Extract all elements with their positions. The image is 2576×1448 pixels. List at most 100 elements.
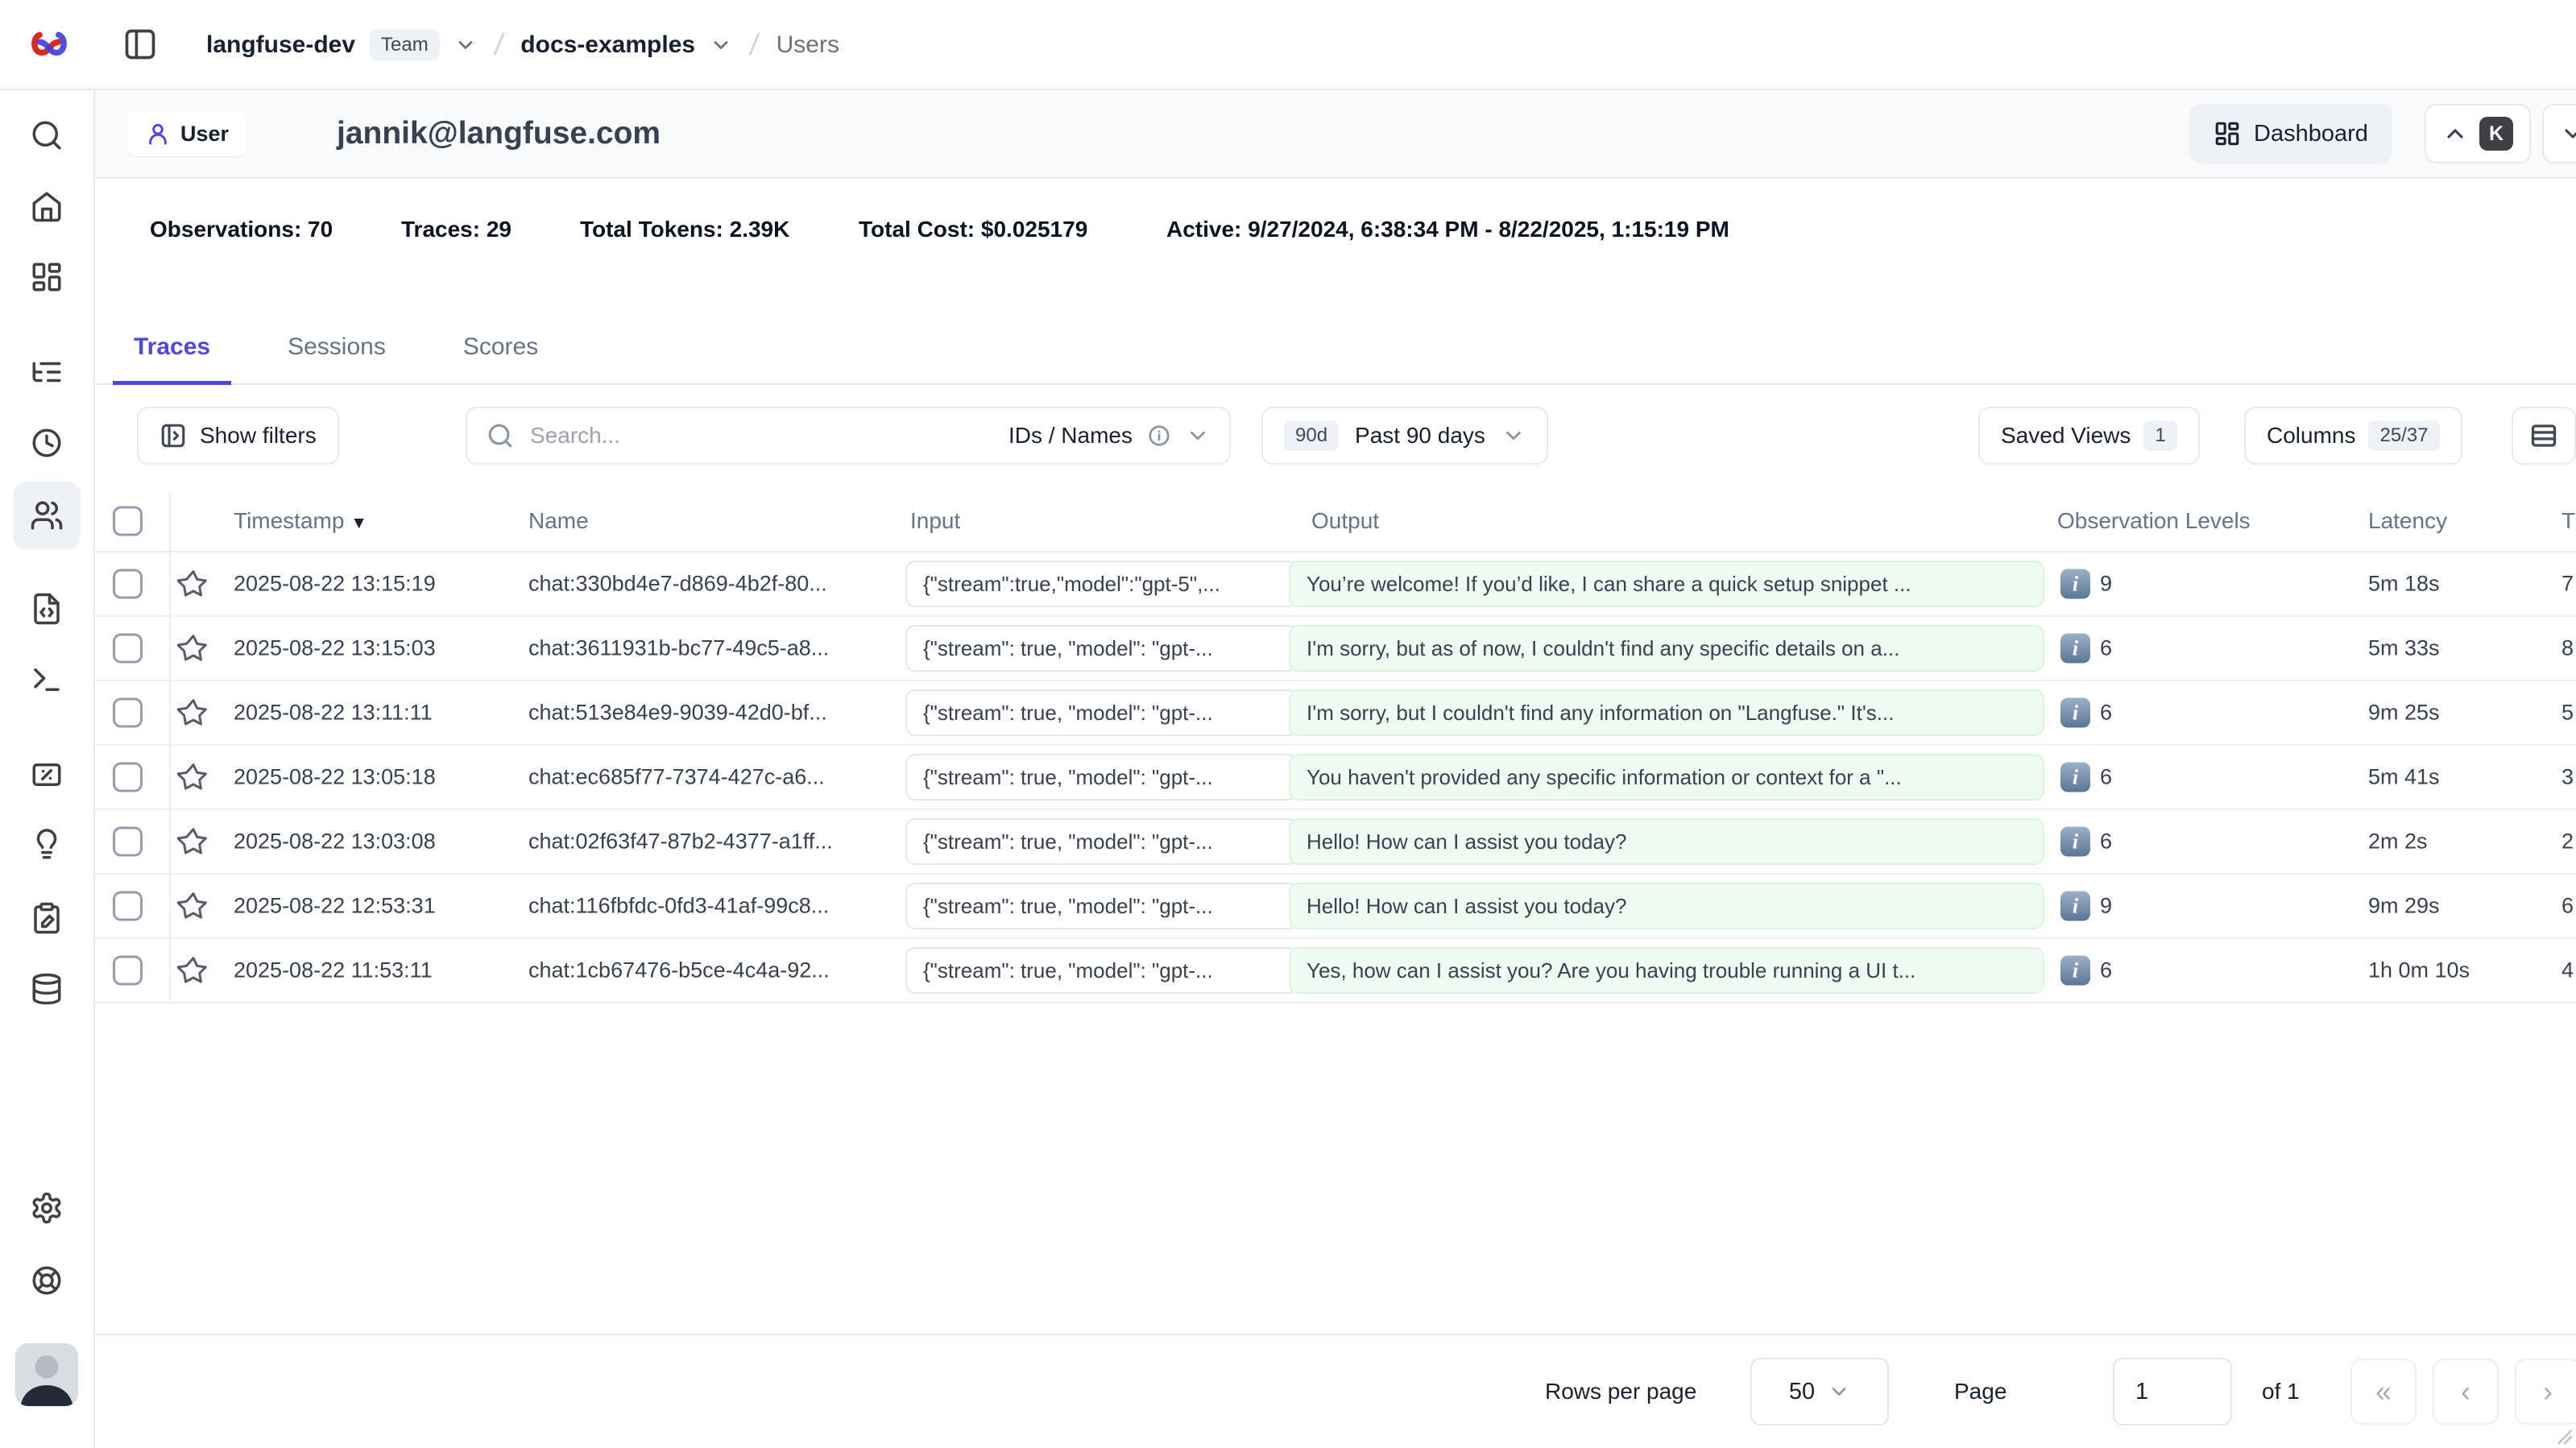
first-page-button[interactable]: « <box>2350 1359 2417 1425</box>
sidebar-item-settings[interactable] <box>13 1174 81 1242</box>
row-checkbox[interactable] <box>113 956 143 986</box>
cell-name[interactable]: chat:116fbfdc-0fd3-41af-99c8... <box>528 894 829 919</box>
date-range-button[interactable]: 90d Past 90 days <box>1261 407 1548 465</box>
table-row[interactable]: 2025-08-22 11:53:11 chat:1cb67476-b5ce-4… <box>95 939 2576 1003</box>
column-header-observation-levels[interactable]: Observation Levels <box>2057 508 2251 534</box>
columns-button[interactable]: Columns 25/37 <box>2244 407 2462 465</box>
user-avatar[interactable] <box>15 1343 78 1406</box>
cell-timestamp: 2025-08-22 13:15:03 <box>234 636 436 661</box>
table-row[interactable]: 2025-08-22 13:15:19 chat:330bd4e7-d869-4… <box>95 552 2576 617</box>
star-icon[interactable] <box>177 632 209 664</box>
breadcrumb-page: Users <box>777 31 839 59</box>
cell-input-chip[interactable]: {"stream": true, "model": "gpt-... <box>905 754 1298 801</box>
cell-name[interactable]: chat:513e84e9-9039-42d0-bf... <box>528 701 827 726</box>
search-type-selector[interactable]: IDs / Names <box>1008 423 1133 449</box>
rows-per-page-select[interactable]: 50 <box>1750 1358 1889 1425</box>
table-row[interactable]: 2025-08-22 13:11:11 chat:513e84e9-9039-4… <box>95 681 2576 746</box>
chevron-down-icon[interactable] <box>1186 424 1210 448</box>
sidebar-toggle-button[interactable] <box>122 27 158 62</box>
cell-output-chip[interactable]: Yes, how can I assist you? Are you havin… <box>1289 947 2044 994</box>
next-user-button[interactable]: J <box>2542 104 2576 163</box>
sidebar-item-users[interactable] <box>13 482 81 549</box>
row-checkbox[interactable] <box>113 698 143 728</box>
column-header-output[interactable]: Output <box>1311 508 1379 534</box>
cell-input-chip[interactable]: {"stream":true,"model":"gpt-5",... <box>905 561 1298 607</box>
cell-output-chip[interactable]: Hello! How can I assist you today? <box>1289 883 2044 929</box>
sidebar-item-insights[interactable] <box>13 810 81 878</box>
chevron-down-icon <box>2560 121 2576 147</box>
sidebar-item-dashboards[interactable] <box>13 243 81 311</box>
sidebar-item-playground[interactable] <box>13 646 81 714</box>
dashboard-button[interactable]: Dashboard <box>2189 104 2392 163</box>
previous-page-button[interactable]: ‹ <box>2433 1359 2499 1425</box>
show-filters-label: Show filters <box>200 423 317 449</box>
table-row[interactable]: 2025-08-22 13:15:03 chat:3611931b-bc77-4… <box>95 617 2576 681</box>
cell-output-chip[interactable]: I'm sorry, but I couldn't find any infor… <box>1289 689 2044 736</box>
cell-input-chip[interactable]: {"stream": true, "model": "gpt-... <box>905 625 1298 672</box>
row-height-button[interactable] <box>2512 407 2576 465</box>
star-icon[interactable] <box>177 954 209 987</box>
info-icon[interactable] <box>1147 424 1171 448</box>
sidebar-item-annotation[interactable] <box>13 884 81 952</box>
entity-type-label: User <box>180 122 229 147</box>
grid-icon <box>2214 120 2241 147</box>
cell-name[interactable]: chat:3611931b-bc77-49c5-a8... <box>528 636 829 661</box>
sidebar-item-sessions[interactable] <box>13 409 81 477</box>
row-checkbox[interactable] <box>113 634 143 664</box>
cell-name[interactable]: chat:ec685f77-7374-427c-a6... <box>528 765 825 790</box>
sidebar-item-tracing[interactable] <box>13 338 81 406</box>
show-filters-button[interactable]: Show filters <box>137 407 339 465</box>
sidebar-item-search[interactable] <box>13 101 81 169</box>
cell-input-chip[interactable]: {"stream": true, "model": "gpt-... <box>905 818 1298 865</box>
table-row[interactable]: 2025-08-22 13:03:08 chat:02f63f47-87b2-4… <box>95 810 2576 875</box>
cell-output-chip[interactable]: You haven't provided any specific inform… <box>1289 754 2044 801</box>
star-icon[interactable] <box>177 697 209 729</box>
row-checkbox[interactable] <box>113 569 143 599</box>
cell-input-chip[interactable]: {"stream": true, "model": "gpt-... <box>905 689 1298 736</box>
cell-output-chip[interactable]: You’re welcome! If you’d like, I can sha… <box>1289 561 2044 607</box>
date-range-label: Past 90 days <box>1355 423 1485 449</box>
row-checkbox[interactable] <box>113 763 143 792</box>
column-header-latency[interactable]: Latency <box>2368 508 2447 534</box>
cell-name[interactable]: chat:1cb67476-b5ce-4c4a-92... <box>528 958 830 983</box>
sidebar-item-home[interactable] <box>13 172 81 240</box>
sidebar-item-evaluation[interactable] <box>13 741 81 809</box>
cell-name[interactable]: chat:02f63f47-87b2-4377-a1ff... <box>528 829 833 854</box>
star-icon[interactable] <box>177 568 209 600</box>
row-checkbox[interactable] <box>113 892 143 921</box>
table-row[interactable]: 2025-08-22 13:05:18 chat:ec685f77-7374-4… <box>95 746 2576 810</box>
breadcrumb-org[interactable]: langfuse-dev <box>206 31 355 59</box>
cell-partial: 2 <box>2562 829 2574 854</box>
column-header-partial[interactable]: T <box>2562 508 2575 534</box>
resize-handle[interactable] <box>2552 1424 2573 1445</box>
cell-input-chip[interactable]: {"stream": true, "model": "gpt-... <box>905 947 1298 994</box>
cell-output-chip[interactable]: I'm sorry, but as of now, I couldn't fin… <box>1289 625 2044 672</box>
sidebar-item-support[interactable] <box>13 1247 81 1314</box>
chevron-down-icon[interactable] <box>710 34 732 56</box>
sidebar-item-datasets[interactable] <box>13 955 81 1023</box>
column-header-input[interactable]: Input <box>910 508 960 534</box>
next-page-button[interactable]: › <box>2515 1359 2576 1425</box>
saved-views-button[interactable]: Saved Views 1 <box>1978 407 2200 465</box>
cell-timestamp: 2025-08-22 13:05:18 <box>234 765 436 790</box>
tab-traces[interactable]: Traces <box>113 312 231 385</box>
star-icon[interactable] <box>177 825 209 858</box>
search-input[interactable] <box>528 422 994 449</box>
star-icon[interactable] <box>177 890 209 922</box>
column-header-name[interactable]: Name <box>528 508 589 534</box>
breadcrumb-project[interactable]: docs-examples <box>520 31 695 59</box>
previous-user-button[interactable]: K <box>2425 104 2531 163</box>
page-number-input[interactable] <box>2113 1358 2232 1425</box>
row-checkbox[interactable] <box>113 827 143 857</box>
cell-output-chip[interactable]: Hello! How can I assist you today? <box>1289 818 2044 865</box>
cell-name[interactable]: chat:330bd4e7-d869-4b2f-80... <box>528 572 827 597</box>
select-all-checkbox[interactable] <box>113 507 143 536</box>
column-header-timestamp[interactable]: Timestamp ▼ <box>234 508 367 534</box>
tab-scores[interactable]: Scores <box>442 312 559 385</box>
chevron-down-icon[interactable] <box>454 34 477 56</box>
star-icon[interactable] <box>177 761 209 793</box>
sidebar-item-prompts[interactable] <box>13 575 81 643</box>
cell-input-chip[interactable]: {"stream": true, "model": "gpt-... <box>905 883 1298 929</box>
table-row[interactable]: 2025-08-22 12:53:31 chat:116fbfdc-0fd3-4… <box>95 875 2576 939</box>
tab-sessions[interactable]: Sessions <box>267 312 407 385</box>
